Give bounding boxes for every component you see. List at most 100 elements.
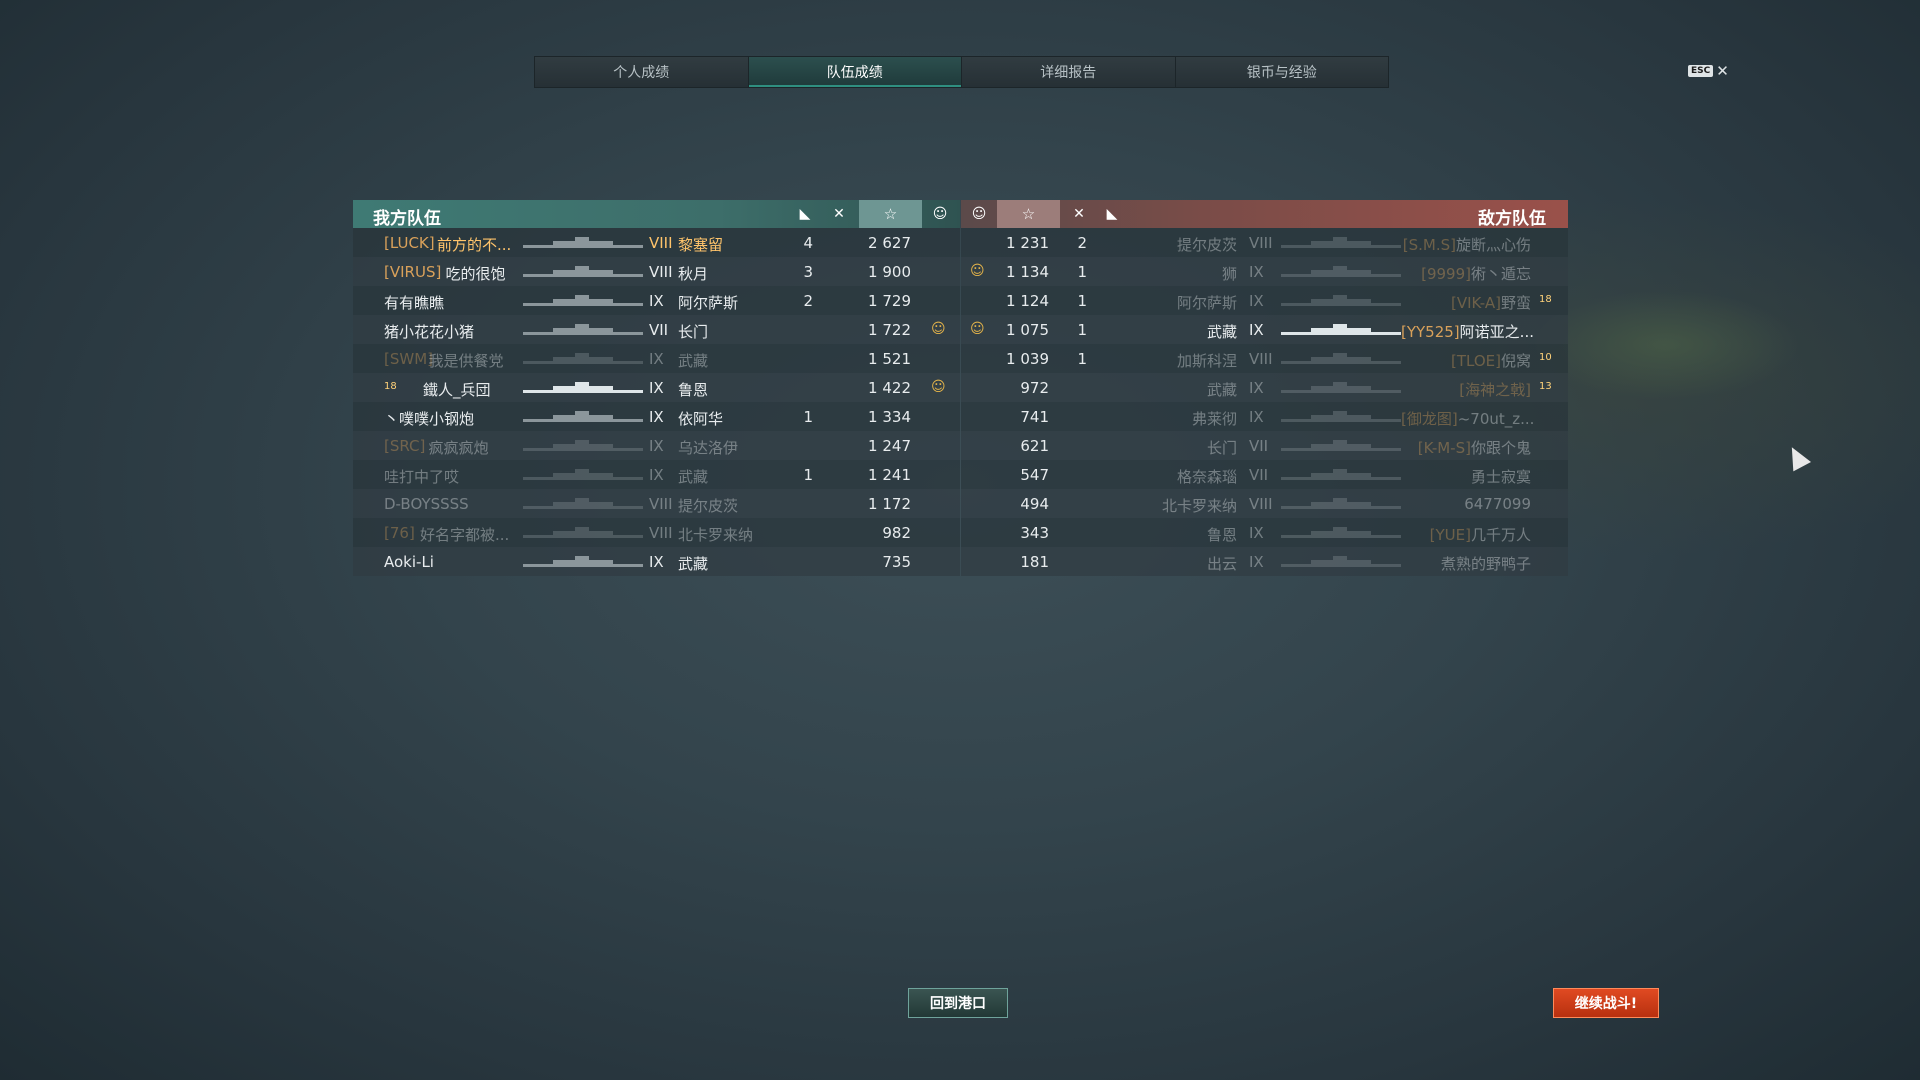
base-xp: 1 075 <box>1006 321 1049 339</box>
base-xp: 735 <box>882 553 911 571</box>
ship-silhouette <box>523 295 643 306</box>
ship-silhouette <box>1281 440 1401 451</box>
player-name: 丶噗噗小钢炮 <box>384 410 475 428</box>
frags-count: 1 <box>803 408 813 426</box>
ship-name: 北卡罗来纳 <box>1161 497 1237 515</box>
table-row[interactable]: 547 格奈森瑙 VII 勇士寂寞 <box>961 460 1568 489</box>
ship-name: 黎塞留 <box>678 236 724 254</box>
xp-star-icon[interactable]: ☆ <box>859 200 922 228</box>
player-clan: [YY525] <box>1401 323 1460 341</box>
ship-silhouette <box>523 440 643 451</box>
close-icon: ✕ <box>1716 62 1729 80</box>
table-row[interactable]: ☺ 1 134 1 狮 IX [9999]術丶遁忘 <box>961 257 1568 286</box>
table-row[interactable]: 猪小花花小猪 VII 长门 1 722 ☺ <box>353 315 960 344</box>
table-row[interactable]: 621 长门 VII [K-M-S]你跟个鬼 <box>961 431 1568 460</box>
player-name: 猪小花花小猪 <box>384 323 475 341</box>
table-row[interactable]: 972 武藏 IX [海神之戟] 13 <box>961 373 1568 402</box>
table-row[interactable]: 哇打中了哎 IX 武藏 1 1 241 <box>353 460 960 489</box>
table-row[interactable]: [LUCK] 前方的不... VIII 黎塞留 4 2 627 <box>353 228 960 257</box>
tab-credits-xp[interactable]: 银币与经验 <box>1175 57 1388 87</box>
table-row[interactable]: Aoki-Li IX 武藏 735 <box>353 547 960 576</box>
ship-silhouette <box>523 498 643 509</box>
ship-name: 弗莱彻 <box>1191 410 1237 428</box>
player-clan: [SWM] <box>384 350 433 368</box>
ship-tier: IX <box>1249 408 1264 426</box>
frags-count: 2 <box>1077 234 1087 252</box>
player-name-text: 你跟个鬼 <box>1470 439 1531 457</box>
player-clan: [K-M-S] <box>1417 439 1471 457</box>
ship-silhouette <box>523 556 643 567</box>
player-name: [YUE]几千万人 <box>1401 524 1531 545</box>
table-row[interactable]: 343 鲁恩 IX [YUE]几千万人 <box>961 518 1568 547</box>
base-xp: 982 <box>882 524 911 542</box>
table-row[interactable]: 1 231 2 提尔皮茨 VIII [S.M.S]旋断灬心伤 <box>961 228 1568 257</box>
tab-personal[interactable]: 个人成绩 <box>535 57 749 87</box>
table-row[interactable]: 1 124 1 阿尔萨斯 IX [VIK-A]野蛮 18 <box>961 286 1568 315</box>
table-row[interactable]: [SWM] 我是供餐党 IX 武藏 1 521 <box>353 344 960 373</box>
base-xp: 181 <box>1020 553 1049 571</box>
table-row[interactable]: 494 北卡罗来纳 VIII 6477099 <box>961 489 1568 518</box>
ally-player-list: [LUCK] 前方的不... VIII 黎塞留 4 2 627 [VIRUS] 吃的很饱 VII… <box>353 228 960 576</box>
table-row[interactable]: [SRC] 疯疯疯炮 IX 乌达洛伊 1 247 <box>353 431 960 460</box>
table-row[interactable]: [VIRUS] 吃的很饱 VIII 秋月 3 1 900 <box>353 257 960 286</box>
frags-icon[interactable]: ✕ <box>830 206 848 222</box>
ship-name: 武藏 <box>1206 381 1237 399</box>
player-name: 吃的很饱 <box>445 265 506 283</box>
base-xp: 972 <box>1020 379 1049 397</box>
table-row[interactable]: 18 鐵人_兵団 IX 鲁恩 1 422 ☺ <box>353 373 960 402</box>
table-row[interactable]: 1 039 1 加斯科涅 VIII [TLOE]倪窝 10 <box>961 344 1568 373</box>
continue-battle-button[interactable]: 继续战斗! <box>1553 988 1659 1018</box>
player-name-text: 倪窝 <box>1500 352 1531 370</box>
player-name: 疯疯疯炮 <box>428 439 489 457</box>
frags-icon[interactable]: ✕ <box>1070 206 1088 222</box>
player-name: 好名字都被... <box>420 526 510 544</box>
player-clan: [TLOE] <box>1451 352 1501 370</box>
base-xp: 1 334 <box>868 408 911 426</box>
base-xp: 494 <box>1020 495 1049 513</box>
ship-silhouette <box>1281 295 1401 306</box>
player-name: 6477099 <box>1401 495 1531 513</box>
player-clan: [9999] <box>1421 265 1471 283</box>
ship-silhouette <box>1281 556 1401 567</box>
rank-badge: 18 <box>1539 294 1552 305</box>
ship-name: 鲁恩 <box>678 381 709 399</box>
ship-name: 长门 <box>1206 439 1237 457</box>
xp-star-icon[interactable]: ☆ <box>997 200 1060 228</box>
esc-close-button[interactable]: ESC ✕ <box>1688 62 1729 80</box>
ship-silhouette <box>1281 353 1401 364</box>
player-name: [VIK-A]野蛮 <box>1401 292 1531 313</box>
player-clan: [VIK-A] <box>1450 294 1501 312</box>
ship-silhouette <box>523 353 643 364</box>
table-row[interactable]: 741 弗莱彻 IX [御龙图]~70ut_z... <box>961 402 1568 431</box>
ship-name: 阿尔萨斯 <box>678 294 739 312</box>
planes-shot-icon[interactable]: ◣ <box>796 206 814 222</box>
ship-silhouette <box>523 324 643 335</box>
table-row[interactable]: 181 出云 IX 煮熟的野鸭子 <box>961 547 1568 576</box>
tab-team[interactable]: 队伍成绩 <box>748 57 962 87</box>
frags-count: 2 <box>803 292 813 310</box>
player-name: [K-M-S]你跟个鬼 <box>1401 437 1531 458</box>
return-to-port-button[interactable]: 回到港口 <box>908 988 1008 1018</box>
player-name: [御龙图]~70ut_z... <box>1401 408 1534 429</box>
coin-icon[interactable]: ☺ <box>970 206 988 222</box>
island-terrain <box>1530 290 1800 400</box>
table-row[interactable]: 丶噗噗小钢炮 IX 依阿华 1 1 334 <box>353 402 960 431</box>
ship-name: 出云 <box>1206 555 1237 573</box>
ship-tier: IX <box>649 437 664 455</box>
table-row[interactable]: [76] 好名字都被... VIII 北卡罗来纳 982 <box>353 518 960 547</box>
ship-silhouette <box>1281 527 1401 538</box>
table-row[interactable]: 有有瞧瞧 IX 阿尔萨斯 2 1 729 <box>353 286 960 315</box>
base-xp: 1 422 <box>868 379 911 397</box>
table-row[interactable]: D-BOYSSSS VIII 提尔皮茨 1 172 <box>353 489 960 518</box>
ship-tier: IX <box>1249 263 1264 281</box>
coin-icon[interactable]: ☺ <box>931 206 949 222</box>
ship-name: 加斯科涅 <box>1176 352 1237 370</box>
player-clan: [76] <box>384 524 415 542</box>
ship-name: 鲁恩 <box>1206 526 1237 544</box>
table-row[interactable]: ☺ 1 075 1 武藏 IX [YY525]阿诺亚之... <box>961 315 1568 344</box>
player-name: 鐵人_兵団 <box>423 381 491 399</box>
tab-detailed-report[interactable]: 详细报告 <box>962 57 1176 87</box>
enemy-team-title: 敌方队伍 <box>1478 209 1546 229</box>
ally-team-title: 我方队伍 <box>373 209 441 229</box>
planes-shot-icon[interactable]: ◣ <box>1103 206 1121 222</box>
